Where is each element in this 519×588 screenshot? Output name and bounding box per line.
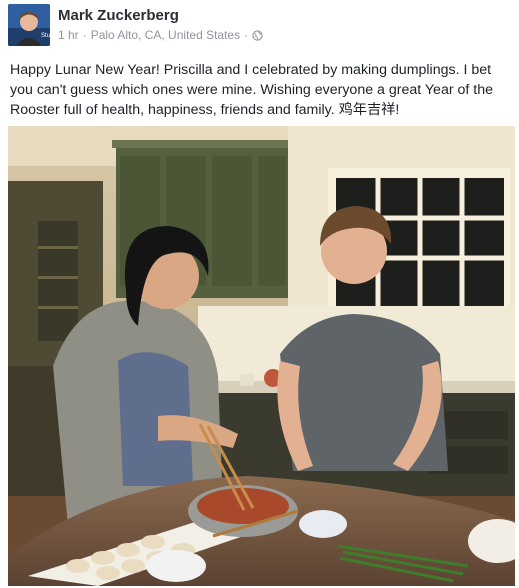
post-meta: 1 hr · Palo Alto, CA, United States · (58, 28, 263, 42)
avatar-image: Stu (8, 4, 50, 46)
post-location[interactable]: Palo Alto, CA, United States (91, 28, 240, 42)
globe-icon[interactable] (252, 29, 263, 41)
meta-separator: · (82, 28, 87, 42)
post-photo[interactable] (8, 126, 515, 586)
post-text: Happy Lunar New Year! Priscilla and I ce… (10, 62, 493, 118)
post-header: Stu Mark Zuckerberg 1 hr · Palo Alto, CA… (8, 4, 508, 48)
facebook-post: Stu Mark Zuckerberg 1 hr · Palo Alto, CA… (0, 0, 519, 588)
svg-text:Stu: Stu (41, 33, 50, 39)
kitchen-photo (8, 126, 515, 586)
avatar[interactable]: Stu (8, 4, 50, 46)
author-name[interactable]: Mark Zuckerberg (58, 7, 179, 24)
post-timestamp[interactable]: 1 hr (58, 28, 79, 42)
meta-separator-2: · (244, 28, 249, 42)
